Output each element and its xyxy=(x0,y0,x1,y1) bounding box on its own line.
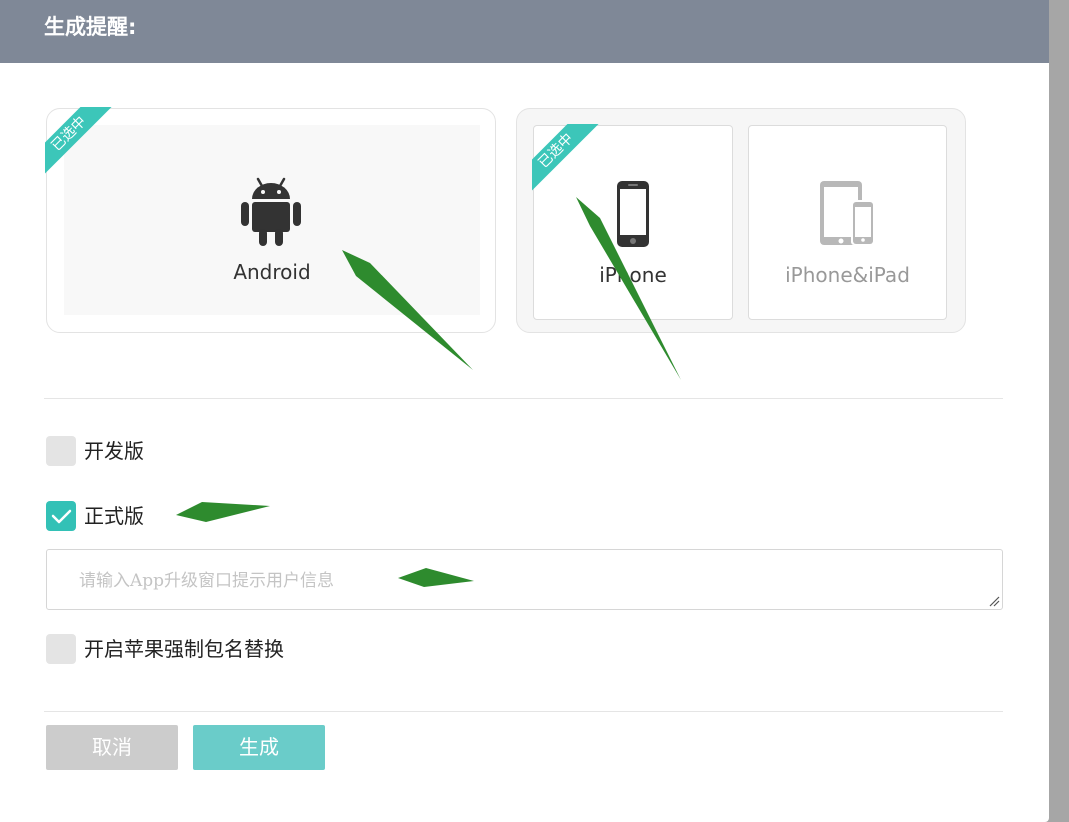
generate-button[interactable]: 生成 xyxy=(193,725,325,770)
iphone-ipad-card[interactable]: iPhone&iPad xyxy=(748,125,947,320)
dialog-header: 生成提醒: xyxy=(0,0,1049,63)
upgrade-message-placeholder: 请输入App升级窗口提示用户信息 xyxy=(79,571,335,591)
release-version-checkbox[interactable] xyxy=(46,501,76,531)
release-version-label: 正式版 xyxy=(84,504,144,528)
dev-version-checkbox[interactable] xyxy=(46,436,76,466)
iphone-icon xyxy=(616,180,650,252)
android-card[interactable]: Android xyxy=(64,125,480,315)
selected-badge-text: 已选中 xyxy=(532,124,602,194)
apple-package-label: 开启苹果强制包名替换 xyxy=(84,637,284,661)
ios-platform-box: iPhone 已选中 iPhone&iPad xyxy=(516,108,966,333)
dev-version-label: 开发版 xyxy=(84,439,144,463)
iphone-selected-badge: 已选中 xyxy=(532,124,602,194)
android-selected-badge: 已选中 xyxy=(45,107,115,177)
upgrade-message-textarea[interactable]: 请输入App升级窗口提示用户信息 xyxy=(46,549,1003,610)
iphone-card[interactable]: iPhone 已选中 xyxy=(532,124,733,320)
page-backdrop xyxy=(1049,0,1069,822)
resize-handle-icon[interactable] xyxy=(988,595,1000,607)
generate-reminder-dialog: 生成提醒: Android 已选中 iPhone 已选中 iPhone&iPad… xyxy=(0,0,1049,822)
section-divider xyxy=(44,398,1003,399)
footer-divider xyxy=(44,711,1003,712)
selected-badge-text: 已选中 xyxy=(45,107,115,177)
android-label: Android xyxy=(233,260,311,284)
checkmark-icon xyxy=(51,509,72,524)
iphone-ipad-label: iPhone&iPad xyxy=(785,263,910,287)
iphone-label: iPhone xyxy=(599,263,667,287)
android-platform-box[interactable]: Android 已选中 xyxy=(45,107,496,333)
dialog-title: 生成提醒: xyxy=(44,15,137,39)
iphone-ipad-icon xyxy=(819,180,875,250)
android-icon xyxy=(240,177,302,251)
apple-package-checkbox[interactable] xyxy=(46,634,76,664)
cancel-button[interactable]: 取消 xyxy=(46,725,178,770)
